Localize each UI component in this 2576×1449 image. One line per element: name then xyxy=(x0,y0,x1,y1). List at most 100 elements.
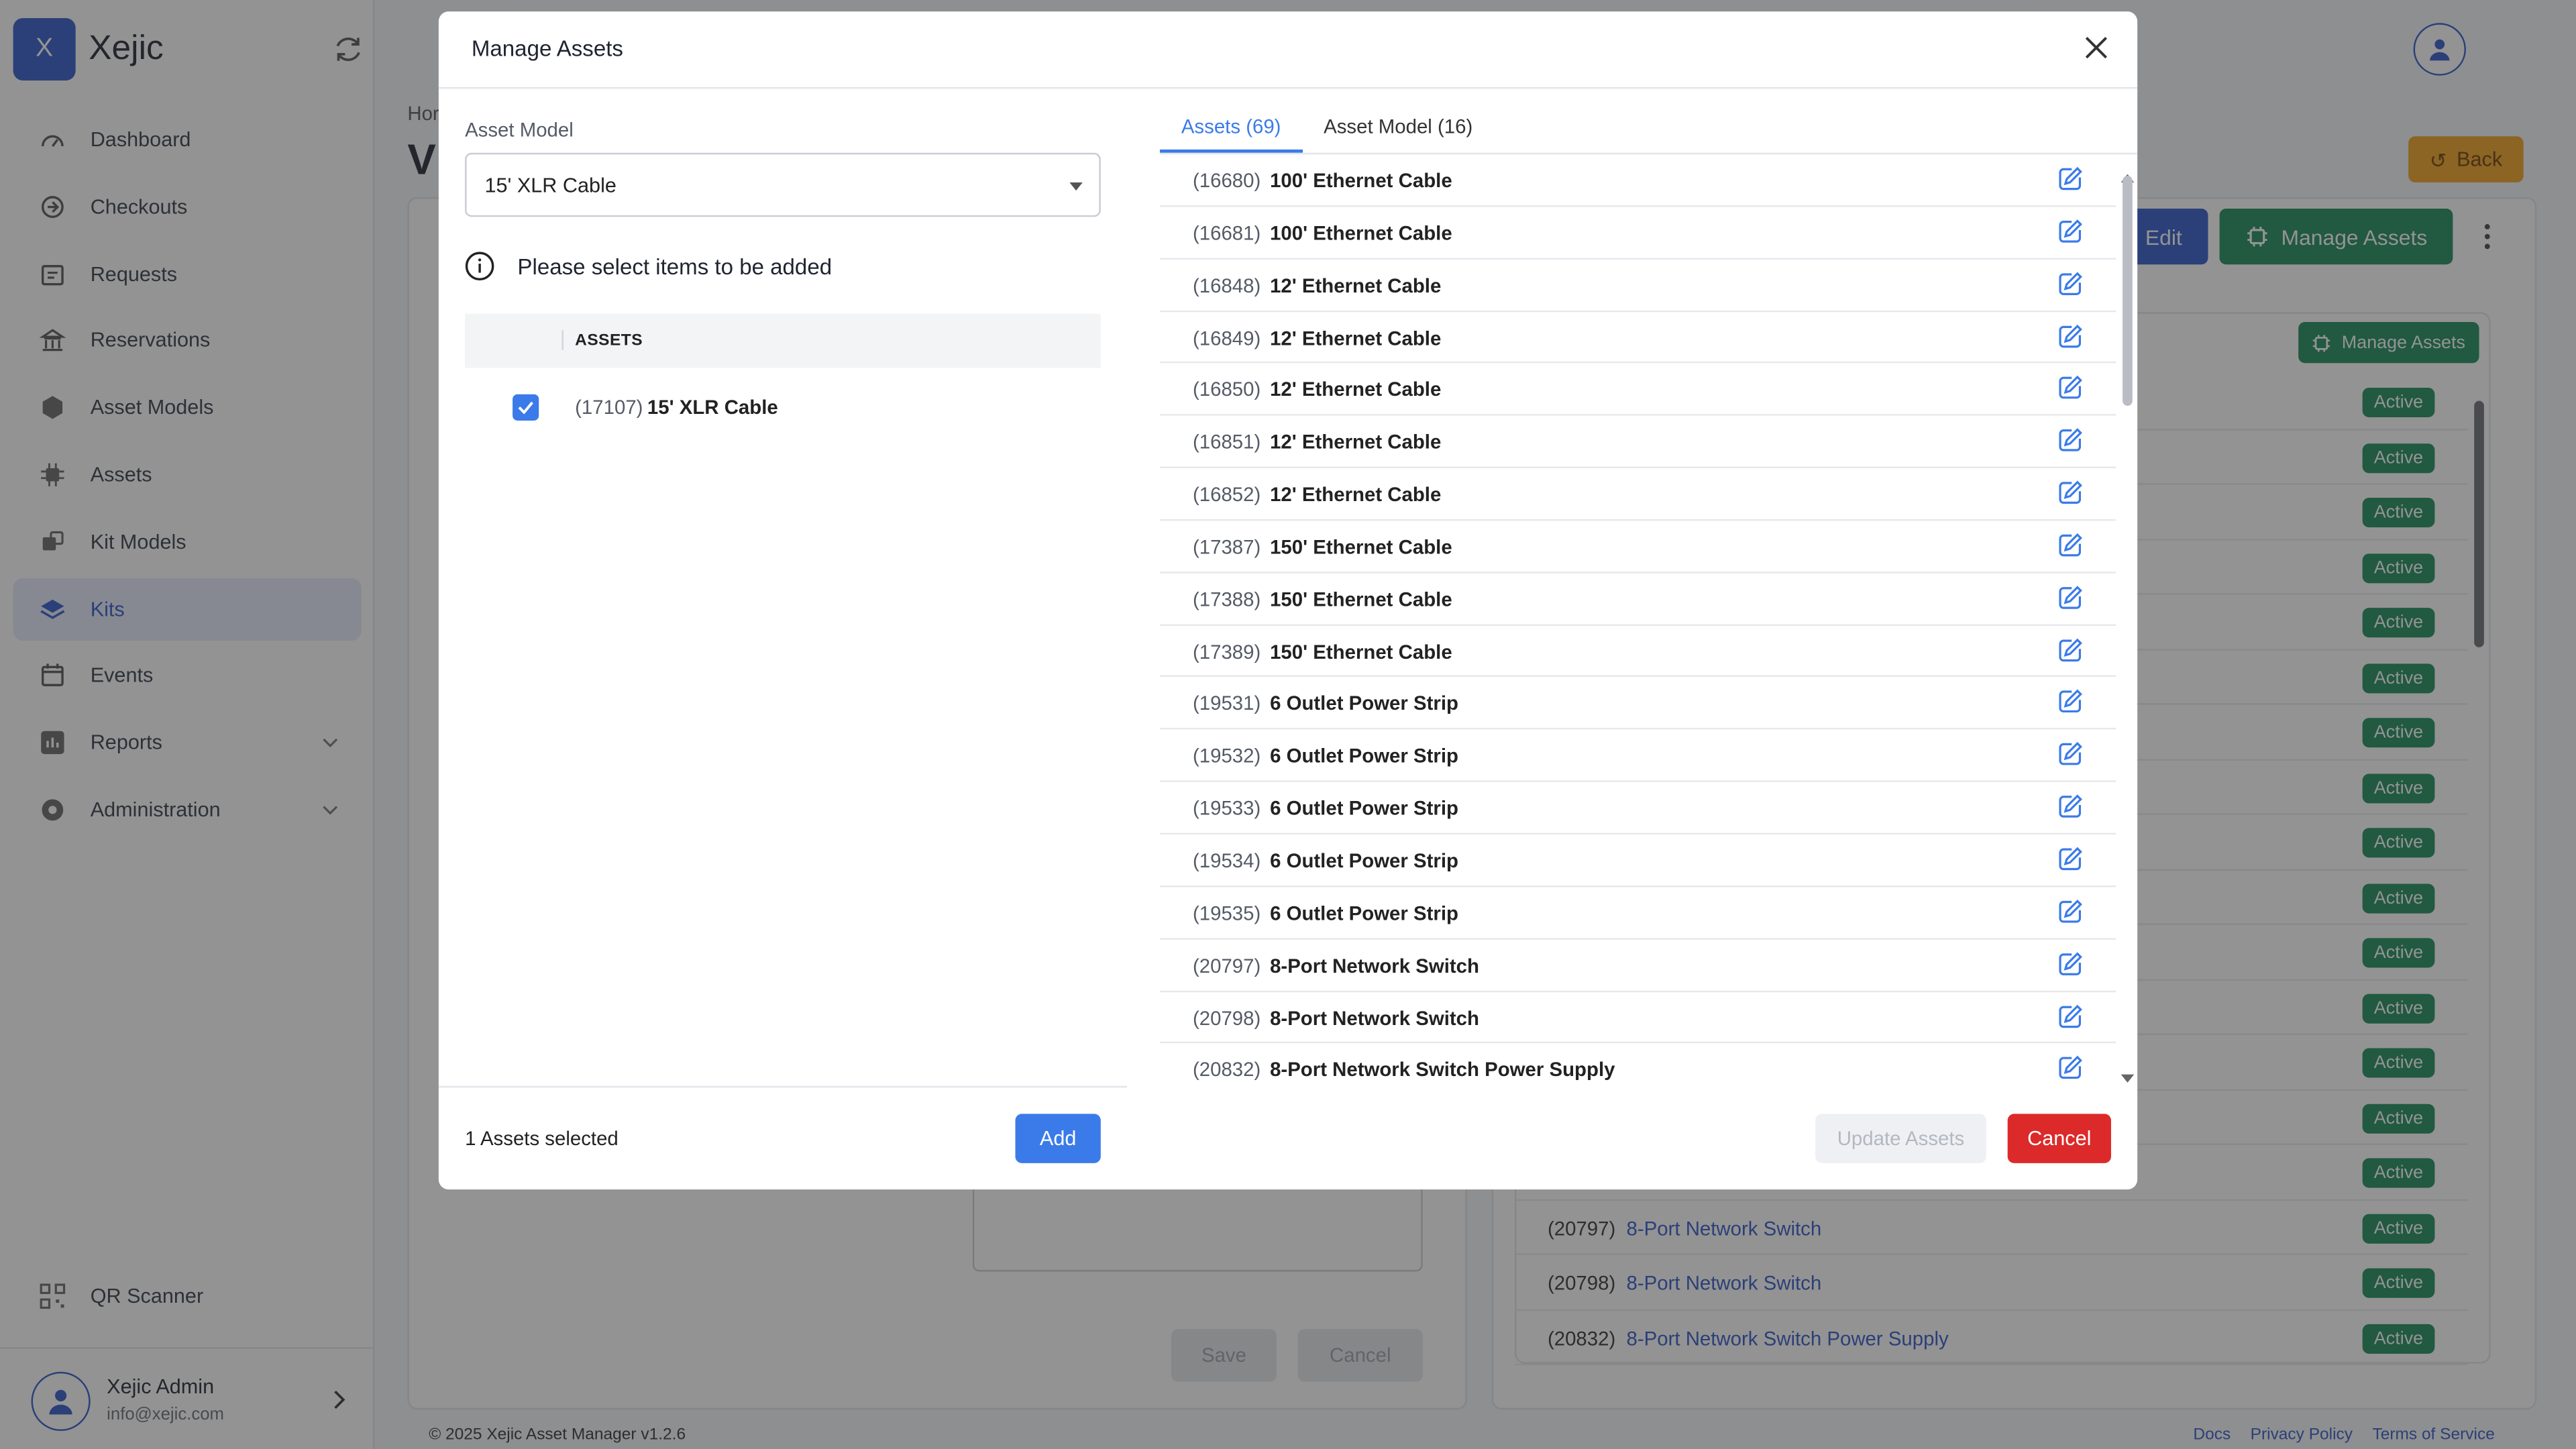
caret-down-icon xyxy=(1069,182,1083,191)
edit-icon[interactable] xyxy=(2057,689,2083,715)
list-item[interactable]: (16850) 12' Ethernet Cable xyxy=(1159,364,2116,417)
asset-name: 6 Outlet Power Strip xyxy=(1270,797,1458,820)
asset-name: 150' Ethernet Cable xyxy=(1270,535,1452,559)
modal-title: Manage Assets xyxy=(471,36,623,61)
assets-column-header: ASSETS xyxy=(575,331,643,350)
asset-id: (17387) xyxy=(1192,535,1261,559)
list-item[interactable]: (17389) 150' Ethernet Cable xyxy=(1159,625,2116,678)
asset-name: 12' Ethernet Cable xyxy=(1270,431,1442,454)
list-item[interactable]: (16849) 12' Ethernet Cable xyxy=(1159,311,2116,364)
edit-icon[interactable] xyxy=(2057,270,2083,297)
asset-name: 12' Ethernet Cable xyxy=(1270,274,1442,297)
asset-name: 6 Outlet Power Strip xyxy=(1270,902,1458,925)
list-item[interactable]: (19531) 6 Outlet Power Strip xyxy=(1159,678,2116,731)
asset-list-scroll-thumb[interactable] xyxy=(2123,176,2133,406)
asset-id: (16681) xyxy=(1192,221,1261,245)
info-message: Please select items to be added xyxy=(465,252,832,281)
asset-id: (16852) xyxy=(1192,483,1261,506)
tab-assets[interactable]: Assets (69) xyxy=(1159,102,1303,153)
list-item[interactable]: (20798) 8-Port Network Switch xyxy=(1159,991,2116,1044)
list-item[interactable]: (19532) 6 Outlet Power Strip xyxy=(1159,730,2116,783)
asset-id: (20832) xyxy=(1192,1058,1261,1082)
tab-asset-model[interactable]: Asset Model (16) xyxy=(1302,102,1494,153)
asset-model-select[interactable]: 15' XLR Cable xyxy=(465,152,1101,217)
list-item[interactable]: (17388) 150' Ethernet Cable xyxy=(1159,573,2116,626)
list-item[interactable]: (16681) 100' Ethernet Cable xyxy=(1159,207,2116,260)
check-icon xyxy=(518,401,533,415)
edit-icon[interactable] xyxy=(2057,532,2083,558)
edit-icon[interactable] xyxy=(2057,794,2083,820)
list-item[interactable]: (16852) 12' Ethernet Cable xyxy=(1159,468,2116,521)
asset-id: (16849) xyxy=(1192,326,1261,350)
edit-icon[interactable] xyxy=(2057,637,2083,663)
asset-id: (17389) xyxy=(1192,640,1261,663)
edit-icon[interactable] xyxy=(2057,1003,2083,1029)
list-item[interactable]: (20797) 8-Port Network Switch xyxy=(1159,939,2116,991)
asset-name: 100' Ethernet Cable xyxy=(1270,169,1452,193)
asset-model-label: Asset Model xyxy=(465,118,574,142)
asset-name: 12' Ethernet Cable xyxy=(1270,378,1442,402)
edit-icon[interactable] xyxy=(2057,584,2083,610)
asset-id: (16680) xyxy=(1192,169,1261,193)
selected-assets-header: ASSETS xyxy=(465,313,1101,368)
asset-name: 100' Ethernet Cable xyxy=(1270,221,1452,245)
asset-list: (16680) 100' Ethernet Cable (16681) 100' Et… xyxy=(1159,154,2116,1087)
list-item[interactable]: (16848) 12' Ethernet Cable xyxy=(1159,259,2116,312)
asset-id: (20798) xyxy=(1192,1006,1261,1030)
modal-cancel-button[interactable]: Cancel xyxy=(2007,1114,2111,1163)
left-panel-divider xyxy=(438,1085,1128,1088)
app-root: X Xejic DashboardCheckoutsRequestsReserv… xyxy=(0,0,2576,1449)
update-assets-button[interactable]: Update Assets xyxy=(1815,1114,1986,1163)
asset-name: 8-Port Network Switch xyxy=(1270,1006,1479,1030)
asset-id: (19534) xyxy=(1192,849,1261,873)
asset-id: (19535) xyxy=(1192,902,1261,925)
asset-name: 12' Ethernet Cable xyxy=(1270,483,1442,506)
edit-icon[interactable] xyxy=(2057,323,2083,349)
asset-id: (17388) xyxy=(1192,588,1261,611)
edit-icon[interactable] xyxy=(2057,218,2083,244)
asset-id: (16850) xyxy=(1192,378,1261,402)
add-button[interactable]: Add xyxy=(1015,1114,1101,1163)
selected-asset-row[interactable]: (17107) 15' XLR Cable xyxy=(465,384,1101,431)
asset-id: (16848) xyxy=(1192,274,1261,297)
asset-name: 6 Outlet Power Strip xyxy=(1270,692,1458,716)
manage-assets-modal: Manage Assets Asset Model 15' XLR Cable … xyxy=(438,11,2138,1190)
asset-name: 8-Port Network Switch xyxy=(1270,954,1479,977)
selected-asset-name: 15' XLR Cable xyxy=(647,396,778,419)
asset-id: (19532) xyxy=(1192,745,1261,768)
edit-icon[interactable] xyxy=(2057,898,2083,924)
list-item[interactable]: (17387) 150' Ethernet Cable xyxy=(1159,521,2116,574)
asset-name: 150' Ethernet Cable xyxy=(1270,588,1452,611)
edit-icon[interactable] xyxy=(2057,427,2083,453)
info-text: Please select items to be added xyxy=(517,254,833,279)
asset-id: (19531) xyxy=(1192,692,1261,716)
asset-checkbox[interactable] xyxy=(513,394,539,421)
selected-count: 1 Assets selected xyxy=(465,1127,619,1150)
close-icon[interactable] xyxy=(2085,36,2108,59)
list-item[interactable]: (19534) 6 Outlet Power Strip xyxy=(1159,835,2116,888)
list-item[interactable]: (19535) 6 Outlet Power Strip xyxy=(1159,887,2116,939)
asset-id: (16851) xyxy=(1192,431,1261,454)
edit-icon[interactable] xyxy=(2057,846,2083,872)
modal-header: Manage Assets xyxy=(438,11,2138,89)
asset-model-value: 15' XLR Cable xyxy=(484,174,616,197)
edit-icon[interactable] xyxy=(2057,480,2083,506)
asset-name: 8-Port Network Switch Power Supply xyxy=(1270,1058,1615,1082)
asset-name: 6 Outlet Power Strip xyxy=(1270,849,1458,873)
edit-icon[interactable] xyxy=(2057,741,2083,767)
column-divider xyxy=(561,330,564,350)
list-item[interactable]: (16680) 100' Ethernet Cable xyxy=(1159,154,2116,207)
asset-name: 6 Outlet Power Strip xyxy=(1270,745,1458,768)
list-item[interactable]: (19533) 6 Outlet Power Strip xyxy=(1159,782,2116,835)
asset-id: (20797) xyxy=(1192,954,1261,977)
selected-asset-id: (17107) xyxy=(575,396,643,419)
edit-icon[interactable] xyxy=(2057,1055,2083,1081)
list-item[interactable]: (20832) 8-Port Network Switch Power Suppl… xyxy=(1160,1044,2116,1087)
edit-icon[interactable] xyxy=(2057,951,2083,977)
edit-icon[interactable] xyxy=(2057,375,2083,401)
info-icon xyxy=(465,252,494,281)
list-item[interactable]: (16851) 12' Ethernet Cable xyxy=(1159,416,2116,469)
asset-tabs: Assets (69) Asset Model (16) xyxy=(1159,102,1494,153)
edit-icon[interactable] xyxy=(2057,166,2083,192)
asset-name: 150' Ethernet Cable xyxy=(1270,640,1452,663)
